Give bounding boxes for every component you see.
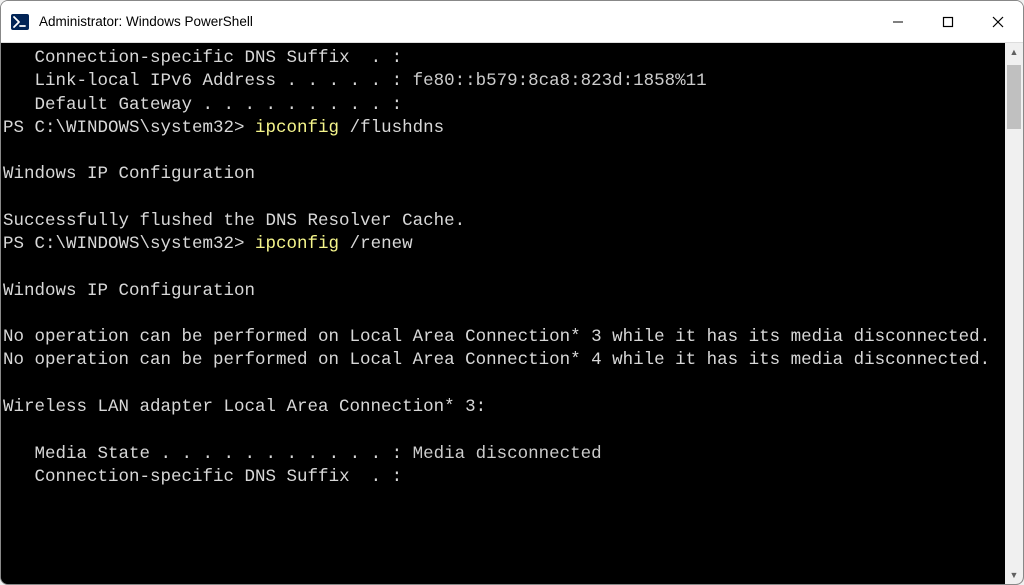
powershell-window: Administrator: Windows PowerShell Connec… — [0, 0, 1024, 585]
titlebar[interactable]: Administrator: Windows PowerShell — [1, 1, 1023, 43]
close-button[interactable] — [973, 1, 1023, 43]
scroll-up-arrow-icon[interactable]: ▲ — [1005, 43, 1023, 61]
terminal-area: Connection-specific DNS Suffix . : Link-… — [1, 43, 1023, 584]
window-title: Administrator: Windows PowerShell — [39, 14, 873, 29]
scroll-thumb[interactable] — [1007, 65, 1021, 129]
terminal-output[interactable]: Connection-specific DNS Suffix . : Link-… — [1, 43, 1005, 584]
minimize-button[interactable] — [873, 1, 923, 43]
window-controls — [873, 1, 1023, 43]
scroll-down-arrow-icon[interactable]: ▼ — [1005, 566, 1023, 584]
scrollbar[interactable]: ▲ ▼ — [1005, 43, 1023, 584]
powershell-icon — [11, 13, 29, 31]
maximize-button[interactable] — [923, 1, 973, 43]
